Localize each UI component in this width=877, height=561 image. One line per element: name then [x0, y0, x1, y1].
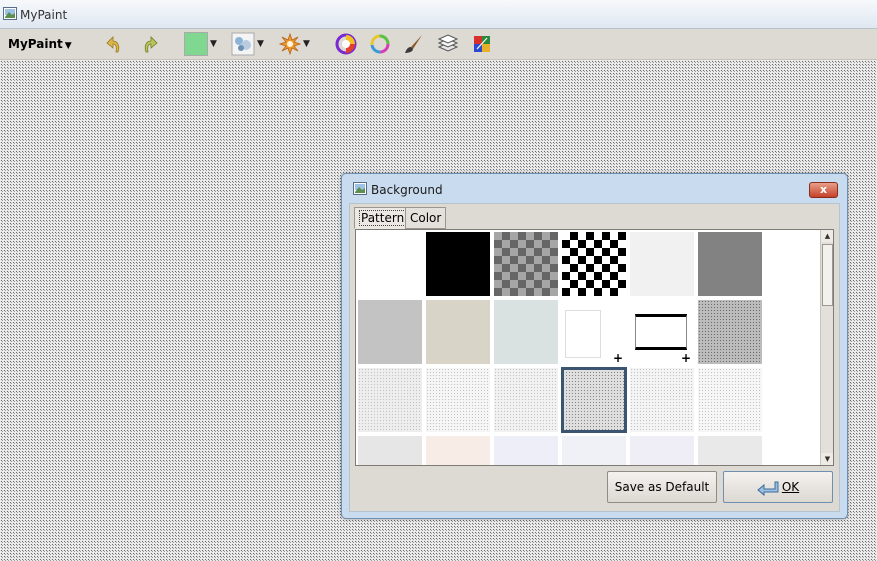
background-dialog: Background x Pattern Color + + ▲ ▼ Save a…	[341, 173, 848, 519]
tab-pattern-label: Pattern	[359, 210, 407, 226]
pattern-tile[interactable]	[698, 436, 762, 465]
layers-button[interactable]	[437, 32, 459, 56]
undo-button[interactable]	[104, 32, 126, 56]
dialog-app-icon	[353, 182, 367, 195]
brush-button[interactable]	[403, 32, 425, 56]
pattern-tile[interactable]	[494, 436, 558, 465]
current-color-swatch	[184, 32, 208, 56]
pattern-tile[interactable]	[426, 368, 490, 432]
brush-picker-icon	[231, 32, 255, 56]
add-icon: +	[612, 351, 623, 365]
settings-icon	[279, 33, 301, 55]
pattern-tile[interactable]	[358, 436, 422, 465]
save-as-default-label: Save as Default	[614, 480, 710, 494]
color-wheel-icon	[335, 33, 357, 55]
color-ring-button[interactable]	[369, 32, 391, 56]
pattern-tile[interactable]	[562, 436, 626, 465]
dialog-title: Background	[371, 183, 443, 197]
close-button[interactable]: x	[809, 182, 838, 198]
pattern-tile[interactable]	[358, 368, 422, 432]
vertical-scrollbar[interactable]: ▲ ▼	[820, 230, 833, 465]
pattern-tile[interactable]	[630, 368, 694, 432]
pattern-tile-selected[interactable]	[561, 367, 627, 433]
palette-icon	[474, 36, 490, 52]
pattern-grid: + +	[356, 230, 818, 465]
brush-picker-button[interactable]: ▼	[231, 32, 264, 56]
chevron-down-icon: ▼	[257, 39, 264, 49]
main-toolbar: MyPaint ▼ ▼ ▼ ▼	[0, 29, 877, 60]
window-titlebar: MyPaint	[0, 0, 877, 29]
tile-preview	[635, 314, 687, 350]
ok-arrow-icon	[757, 481, 779, 496]
palette-button[interactable]	[471, 32, 493, 56]
main-menu-button[interactable]: MyPaint ▼	[8, 37, 72, 51]
pattern-tile[interactable]	[698, 300, 762, 364]
chevron-down-icon: ▼	[210, 39, 217, 49]
color-ring-icon	[370, 34, 390, 54]
main-menu-label: MyPaint	[8, 37, 63, 51]
pattern-tile[interactable]	[358, 300, 422, 364]
pattern-tile[interactable]: +	[630, 300, 694, 364]
pattern-tile[interactable]	[426, 436, 490, 465]
pattern-tile[interactable]	[698, 368, 762, 432]
tile-preview	[565, 310, 601, 358]
pattern-grid-frame: + + ▲ ▼	[355, 229, 834, 466]
scrollbar-thumb[interactable]	[822, 244, 833, 306]
app-icon	[3, 7, 17, 20]
pattern-tile[interactable]	[630, 232, 694, 296]
pattern-tile[interactable]	[494, 232, 558, 296]
redo-icon	[144, 36, 158, 53]
ok-label: OK	[781, 480, 800, 494]
chevron-down-icon: ▼	[64, 41, 72, 51]
add-icon: +	[680, 351, 691, 365]
pattern-tile[interactable]	[698, 232, 762, 296]
chevron-down-icon: ▼	[303, 39, 310, 49]
pattern-tile[interactable]	[426, 300, 490, 364]
pattern-tile[interactable]	[494, 300, 558, 364]
undo-icon	[106, 36, 120, 53]
brush-icon	[405, 35, 422, 53]
pattern-tile[interactable]: +	[562, 300, 626, 364]
dialog-body: Pattern Color + + ▲ ▼ Save as Default OK	[349, 203, 840, 512]
save-as-default-button[interactable]: Save as Default	[607, 471, 717, 503]
color-wheel-button[interactable]	[335, 32, 357, 56]
close-icon: x	[819, 183, 828, 196]
tab-color-label: Color	[410, 211, 442, 225]
pattern-tile[interactable]	[358, 232, 422, 296]
pattern-tile[interactable]	[562, 232, 626, 296]
scroll-up-icon[interactable]: ▲	[821, 230, 833, 242]
tab-color[interactable]: Color	[405, 207, 447, 229]
pattern-tile[interactable]	[426, 232, 490, 296]
pattern-tile[interactable]	[630, 436, 694, 465]
layers-icon	[437, 34, 459, 52]
ok-button[interactable]: OK	[723, 471, 833, 503]
redo-button[interactable]	[138, 32, 160, 56]
color-swatch-button[interactable]: ▼	[184, 32, 217, 56]
settings-button[interactable]: ▼	[279, 32, 310, 56]
pattern-tile[interactable]	[494, 368, 558, 432]
window-title: MyPaint	[20, 8, 68, 22]
scroll-down-icon[interactable]: ▼	[821, 453, 833, 465]
tab-pattern[interactable]: Pattern	[354, 207, 412, 229]
